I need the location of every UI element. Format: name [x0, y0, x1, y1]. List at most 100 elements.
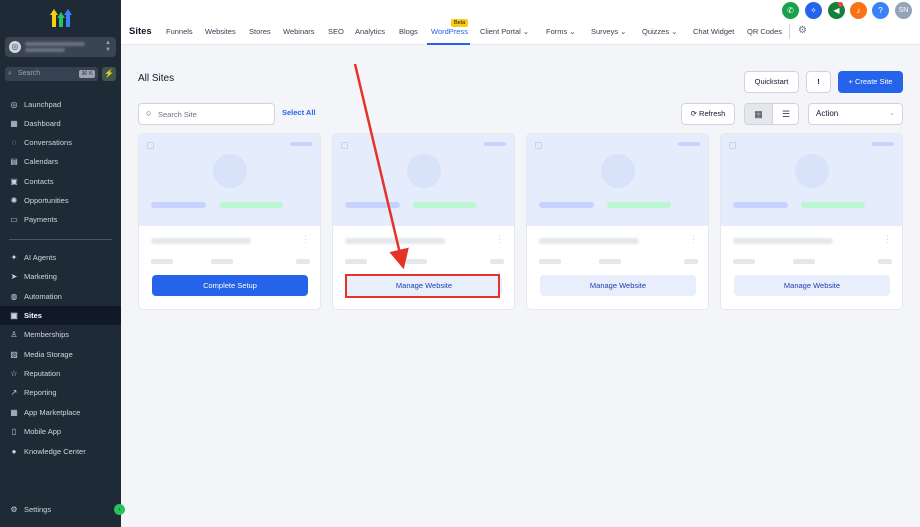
phone-icon[interactable]: ✆ [782, 2, 799, 19]
sidebar-item-knowledge-center[interactable]: ● Knowledge Center [0, 442, 121, 461]
list-view-icon[interactable]: ☰ [772, 104, 798, 124]
sidebar-item-label: Conversations [24, 138, 72, 147]
sidebar-item-label: Calendars [24, 157, 59, 166]
sidebar-item-contacts[interactable]: ▣ Contacts [0, 172, 121, 191]
site-placeholder-icon [795, 154, 829, 188]
sidebar-item-settings[interactable]: ⚙ Settings [0, 500, 121, 519]
more-options-icon[interactable]: ⋮ [301, 234, 310, 245]
tab-surveys[interactable]: Surveys ⌄ [591, 27, 626, 36]
automation-icon: ◍ [10, 292, 18, 301]
site-meta [599, 259, 621, 264]
sidebar-item-dashboard[interactable]: ▦ Dashboard [0, 114, 121, 133]
sidebar-item-reputation[interactable]: ☆ Reputation [0, 364, 121, 383]
tab-chat-widget[interactable]: Chat Widget [693, 27, 734, 36]
sidebar-item-mobile-app[interactable]: ▯ Mobile App [0, 422, 121, 441]
sites-icon: ▣ [10, 311, 18, 320]
memberships-icon: ♙ [10, 330, 18, 339]
site-publish-status [607, 202, 671, 208]
site-placeholder-icon [601, 154, 635, 188]
site-name [345, 238, 445, 244]
user-avatar[interactable]: SN [895, 2, 912, 19]
more-options-icon[interactable]: ⋮ [495, 234, 504, 245]
site-thumbnail [721, 134, 902, 226]
site-publish-status [413, 202, 477, 208]
sidebar-item-sites[interactable]: ▣ Sites [0, 306, 121, 325]
search-site-input[interactable] [158, 108, 268, 121]
sidebar-item-app-marketplace[interactable]: ▦ App Marketplace [0, 403, 121, 422]
create-site-button[interactable]: + Create Site [838, 71, 903, 93]
tab-websites[interactable]: Websites [205, 27, 236, 36]
site-status [733, 202, 788, 208]
knowledge-center-icon: ● [11, 447, 17, 456]
site-card: ⋮ Complete Setup [138, 133, 321, 310]
sidebar-item-automation[interactable]: ◍ Automation [0, 287, 121, 306]
tab-analytics[interactable]: Analytics [355, 27, 385, 36]
site-status [345, 202, 400, 208]
gear-icon[interactable]: ⚙ [798, 25, 807, 36]
site-thumbnail [333, 134, 514, 226]
tab-qr-codes[interactable]: QR Codes [747, 27, 782, 36]
tab-wordpress[interactable]: WordPress [431, 27, 468, 36]
grid-view-icon[interactable]: ▦ [745, 104, 772, 124]
select-checkbox[interactable] [147, 142, 154, 149]
tab-quizzes[interactable]: Quizzes ⌄ [642, 27, 677, 36]
tab-seo[interactable]: SEO [328, 27, 344, 36]
beta-badge: Beta [451, 19, 469, 27]
chevron-down-icon: ⌄ [889, 110, 895, 117]
sidebar-search[interactable]: ⌕ Search ⌘ K [5, 67, 98, 81]
manage-website-button[interactable]: Manage Website [540, 275, 696, 296]
bell-icon[interactable]: ♪ [850, 2, 867, 19]
action-dropdown[interactable]: Action ⌄ [808, 103, 903, 125]
help-icon[interactable]: ? [872, 2, 889, 19]
mobile-app-icon: ▯ [11, 427, 17, 436]
tab-webinars[interactable]: Webinars [283, 27, 315, 36]
site-status [151, 202, 206, 208]
sidebar-item-media-storage[interactable]: ▨ Media Storage [0, 345, 121, 364]
select-all-link[interactable]: Select All [282, 108, 316, 117]
section-title: All Sites [138, 73, 175, 84]
top-navigation: Sites Funnels Websites Stores Webinars SEO An… [121, 0, 920, 45]
collapse-sidebar-icon[interactable]: ‹ [114, 504, 125, 515]
account-switcher[interactable]: ◎ ▲ ▼ [5, 37, 116, 57]
sidebar-item-label: Dashboard [24, 119, 61, 128]
sidebar-item-calendars[interactable]: ▤ Calendars [0, 152, 121, 171]
quickstart-button[interactable]: Quickstart [744, 71, 799, 93]
select-checkbox[interactable] [729, 142, 736, 149]
sidebar-item-label: Mobile App [24, 427, 62, 436]
sidebar-item-launchpad[interactable]: ◎ Launchpad [0, 95, 121, 114]
site-meta [490, 259, 504, 264]
sidebar-item-conversations[interactable]: ◌ Conversations [0, 133, 121, 152]
sidebar-item-opportunities[interactable]: ✺ Opportunities [0, 191, 121, 210]
tab-client-portal[interactable]: Client Portal ⌄ [480, 27, 529, 36]
site-tag [872, 142, 894, 146]
complete-setup-button[interactable]: Complete Setup [152, 275, 308, 296]
account-name [25, 42, 85, 46]
refresh-button[interactable]: ⟳ Refresh [681, 103, 735, 125]
marketing-icon: ➤ [10, 272, 18, 281]
sidebar-item-payments[interactable]: ▭ Payments [0, 210, 121, 229]
tab-blogs[interactable]: Blogs [399, 27, 418, 36]
app-marketplace-icon: ▦ [10, 408, 18, 417]
sidebar-item-marketing[interactable]: ➤ Marketing [0, 267, 121, 286]
sidebar-item-reporting[interactable]: ↗ Reporting [0, 383, 121, 402]
select-checkbox[interactable] [535, 142, 542, 149]
sidebar-item-memberships[interactable]: ♙ Memberships [0, 325, 121, 344]
chevron-updown-icon: ▲ ▼ [105, 40, 111, 53]
select-checkbox[interactable] [341, 142, 348, 149]
more-options-icon[interactable]: ⋮ [689, 234, 698, 245]
sidebar-item-label: Knowledge Center [24, 447, 86, 456]
site-publish-status [219, 202, 283, 208]
sidebar-item-label: Reporting [24, 388, 57, 397]
feedback-icon[interactable]: ! [806, 71, 831, 93]
quick-actions-bolt-icon[interactable]: ⚡ [102, 67, 116, 81]
sidebar-item-ai-agents[interactable]: ✦ AI Agents [0, 248, 121, 267]
tab-funnels[interactable]: Funnels [166, 27, 193, 36]
sidebar-item-label: Sites [24, 311, 42, 320]
manage-website-button[interactable]: Manage Website [734, 275, 890, 296]
magic-wand-icon[interactable]: ✧ [805, 2, 822, 19]
tab-forms[interactable]: Forms ⌄ [546, 27, 576, 36]
site-tag [484, 142, 506, 146]
more-options-icon[interactable]: ⋮ [883, 234, 892, 245]
tab-stores[interactable]: Stores [249, 27, 271, 36]
sidebar: ◎ ▲ ▼ ⌕ Search ⌘ K ⚡ ◎ Launchpad ▦ Dashboard… [0, 0, 125, 527]
